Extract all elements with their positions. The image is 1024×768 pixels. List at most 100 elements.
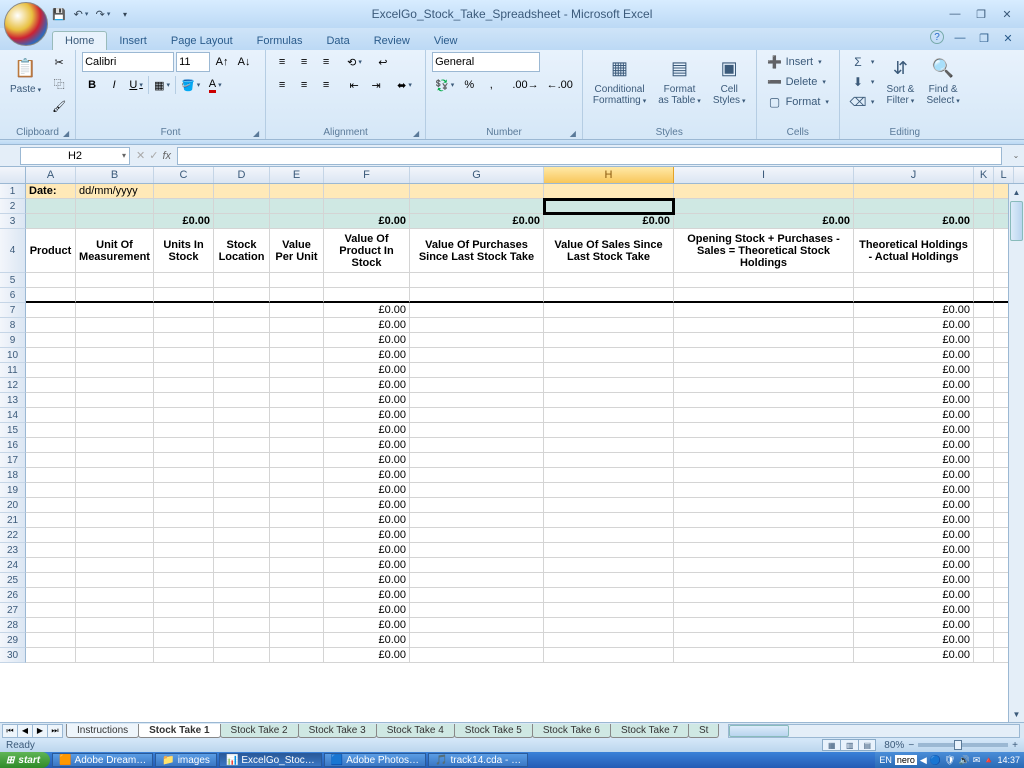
cell-H8[interactable] bbox=[544, 318, 674, 333]
cell-L3[interactable] bbox=[994, 214, 1008, 229]
row-header[interactable]: 6 bbox=[0, 288, 26, 303]
cell-L27[interactable] bbox=[994, 603, 1008, 618]
cell-J14[interactable]: £0.00 bbox=[854, 408, 974, 423]
cell-A6[interactable] bbox=[26, 288, 76, 303]
scroll-thumb[interactable] bbox=[1010, 201, 1023, 241]
cell-G7[interactable] bbox=[410, 303, 544, 318]
cell-H15[interactable] bbox=[544, 423, 674, 438]
cell-A27[interactable] bbox=[26, 603, 76, 618]
cell-G12[interactable] bbox=[410, 378, 544, 393]
zoom-in-icon[interactable]: + bbox=[1012, 740, 1018, 751]
cell-K20[interactable] bbox=[974, 498, 994, 513]
doc-close-icon[interactable]: ✕ bbox=[1000, 30, 1016, 46]
cell-H28[interactable] bbox=[544, 618, 674, 633]
cell-C23[interactable] bbox=[154, 543, 214, 558]
cell-L28[interactable] bbox=[994, 618, 1008, 633]
tab-data[interactable]: Data bbox=[314, 32, 361, 50]
column-header-E[interactable]: E bbox=[270, 167, 324, 183]
cell-D30[interactable] bbox=[214, 648, 270, 663]
cell-E28[interactable] bbox=[270, 618, 324, 633]
cell-G20[interactable] bbox=[410, 498, 544, 513]
cell-A29[interactable] bbox=[26, 633, 76, 648]
cell-L29[interactable] bbox=[994, 633, 1008, 648]
cell-E12[interactable] bbox=[270, 378, 324, 393]
cell-J22[interactable]: £0.00 bbox=[854, 528, 974, 543]
cell-B1[interactable]: dd/mm/yyyy bbox=[76, 184, 154, 199]
cell-A22[interactable] bbox=[26, 528, 76, 543]
sheet-tab[interactable]: St bbox=[688, 724, 719, 738]
cell-F10[interactable]: £0.00 bbox=[324, 348, 410, 363]
shrink-font-icon[interactable]: A↓ bbox=[234, 52, 254, 72]
cell-I11[interactable] bbox=[674, 363, 854, 378]
row-header[interactable]: 8 bbox=[0, 318, 26, 333]
cell-A7[interactable] bbox=[26, 303, 76, 318]
cell-E14[interactable] bbox=[270, 408, 324, 423]
cell-A16[interactable] bbox=[26, 438, 76, 453]
cell-B15[interactable] bbox=[76, 423, 154, 438]
cell-K10[interactable] bbox=[974, 348, 994, 363]
cell-D1[interactable] bbox=[214, 184, 270, 199]
cell-E9[interactable] bbox=[270, 333, 324, 348]
cell-B8[interactable] bbox=[76, 318, 154, 333]
cell-I21[interactable] bbox=[674, 513, 854, 528]
cell-L20[interactable] bbox=[994, 498, 1008, 513]
cell-B23[interactable] bbox=[76, 543, 154, 558]
cell-K27[interactable] bbox=[974, 603, 994, 618]
taskbar-button[interactable]: 🟦Adobe Photos… bbox=[324, 753, 426, 767]
cell-K29[interactable] bbox=[974, 633, 994, 648]
cell-A28[interactable] bbox=[26, 618, 76, 633]
align-left-icon[interactable]: ≡ bbox=[272, 75, 292, 95]
cell-D4[interactable]: Stock Location bbox=[214, 229, 270, 273]
cell-I6[interactable] bbox=[674, 288, 854, 303]
cell-D11[interactable] bbox=[214, 363, 270, 378]
cell-E25[interactable] bbox=[270, 573, 324, 588]
taskbar-button[interactable]: 🎵track14.cda - … bbox=[428, 753, 528, 767]
column-header-I[interactable]: I bbox=[674, 167, 854, 183]
help-icon[interactable]: ? bbox=[930, 30, 944, 44]
cell-B17[interactable] bbox=[76, 453, 154, 468]
cell-D8[interactable] bbox=[214, 318, 270, 333]
cell-J7[interactable]: £0.00 bbox=[854, 303, 974, 318]
row-header[interactable]: 11 bbox=[0, 363, 26, 378]
cell-E29[interactable] bbox=[270, 633, 324, 648]
cell-C1[interactable] bbox=[154, 184, 214, 199]
cell-H16[interactable] bbox=[544, 438, 674, 453]
cell-L10[interactable] bbox=[994, 348, 1008, 363]
cell-G24[interactable] bbox=[410, 558, 544, 573]
cell-I27[interactable] bbox=[674, 603, 854, 618]
cell-C15[interactable] bbox=[154, 423, 214, 438]
accounting-format-icon[interactable]: 💱 bbox=[432, 75, 457, 95]
cell-C13[interactable] bbox=[154, 393, 214, 408]
cell-I22[interactable] bbox=[674, 528, 854, 543]
cell-B27[interactable] bbox=[76, 603, 154, 618]
undo-icon[interactable]: ↶ bbox=[72, 5, 90, 23]
cell-C10[interactable] bbox=[154, 348, 214, 363]
cell-C21[interactable] bbox=[154, 513, 214, 528]
row-header[interactable]: 27 bbox=[0, 603, 26, 618]
tray-network-icon[interactable]: 🔵 bbox=[930, 755, 941, 766]
cell-K1[interactable] bbox=[974, 184, 994, 199]
cell-K15[interactable] bbox=[974, 423, 994, 438]
cell-J19[interactable]: £0.00 bbox=[854, 483, 974, 498]
cell-A26[interactable] bbox=[26, 588, 76, 603]
cell-L17[interactable] bbox=[994, 453, 1008, 468]
cell-C4[interactable]: Units In Stock bbox=[154, 229, 214, 273]
cell-K4[interactable] bbox=[974, 229, 994, 273]
cell-H6[interactable] bbox=[544, 288, 674, 303]
cell-C3[interactable]: £0.00 bbox=[154, 214, 214, 229]
merge-center-icon[interactable]: ⬌ bbox=[394, 75, 415, 95]
cell-I12[interactable] bbox=[674, 378, 854, 393]
cell-G3[interactable]: £0.00 bbox=[410, 214, 544, 229]
cell-H26[interactable] bbox=[544, 588, 674, 603]
enter-formula-icon[interactable]: ✓ bbox=[149, 149, 158, 162]
cell-A12[interactable] bbox=[26, 378, 76, 393]
cell-F9[interactable]: £0.00 bbox=[324, 333, 410, 348]
cell-E23[interactable] bbox=[270, 543, 324, 558]
cell-F30[interactable]: £0.00 bbox=[324, 648, 410, 663]
cancel-formula-icon[interactable]: ✕ bbox=[136, 149, 145, 162]
column-header-K[interactable]: K bbox=[974, 167, 994, 183]
cell-J30[interactable]: £0.00 bbox=[854, 648, 974, 663]
tab-page-layout[interactable]: Page Layout bbox=[159, 32, 245, 50]
cell-A3[interactable] bbox=[26, 214, 76, 229]
cell-E10[interactable] bbox=[270, 348, 324, 363]
